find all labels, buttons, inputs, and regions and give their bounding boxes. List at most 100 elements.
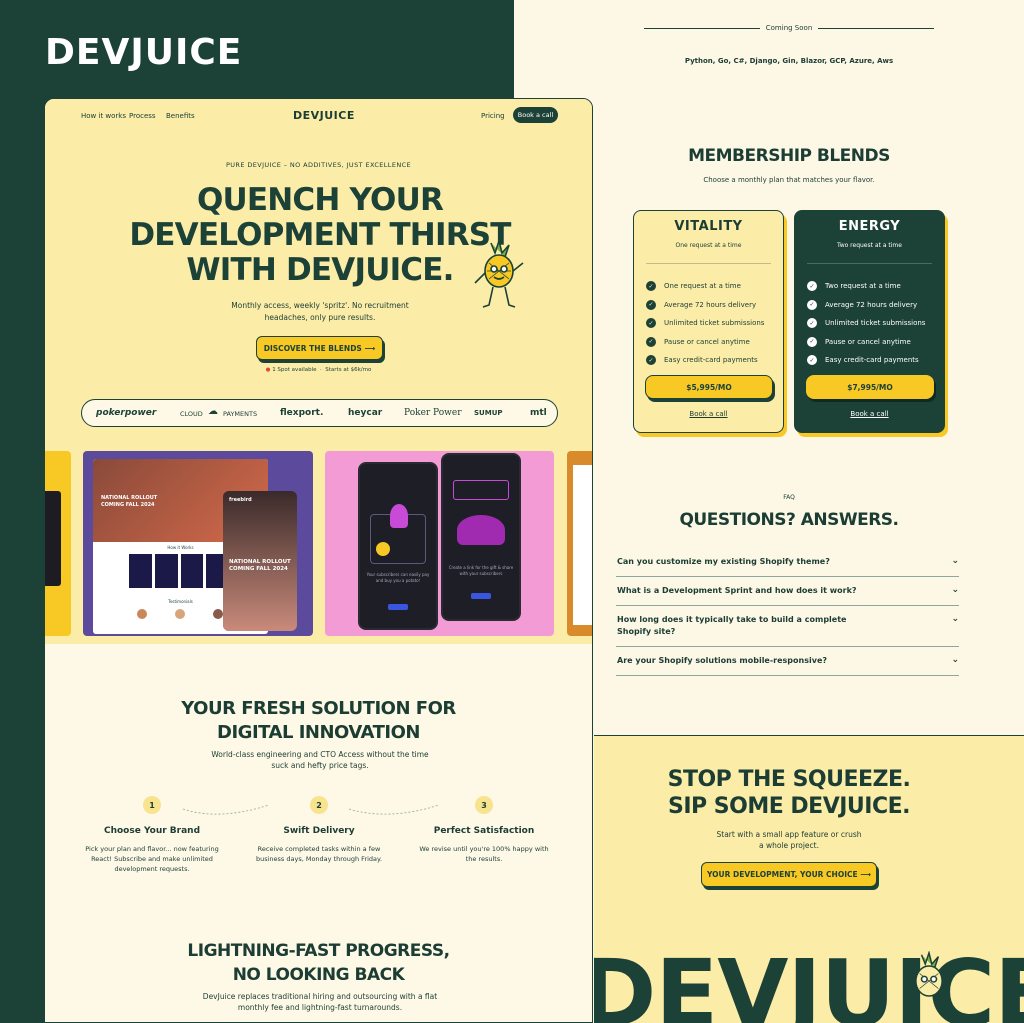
app-screen-text: Your subscribers can easily pay and buy … [366, 572, 430, 583]
feature-label: Easy credit-card payments [664, 356, 758, 365]
book-call-button[interactable]: Book a call [513, 107, 558, 123]
brand-title: DEVJUICE [45, 32, 243, 73]
section-title-line: DIGITAL INNOVATION [217, 722, 420, 743]
feature-label: Two request at a time [825, 282, 901, 291]
logo-poker-power: Poker Power [404, 408, 462, 418]
plan-price-button[interactable]: $7,995/MO [806, 375, 934, 399]
hero-subtitle: Monthly access, weekly 'spritz'. No recr… [231, 301, 409, 322]
plan-feature: ✓ One request at a time [646, 277, 764, 296]
discover-label: DISCOVER THE BLENDS [263, 343, 362, 353]
logo-sumup: SUMUP [474, 409, 503, 417]
plan-card-energy: ENERGY Two request at a time ✓ Two reques… [794, 210, 945, 433]
your-development-button[interactable]: YOUR DEVELOPMENT, YOUR CHOICE ⟶ [701, 862, 877, 887]
feature-label: Average 72 hours delivery [664, 300, 757, 309]
chevron-down-icon: ⌄ [951, 655, 959, 665]
check-icon: ✓ [807, 355, 817, 366]
card-headline: NATIONAL ROLLOUT [101, 495, 158, 501]
step-title: Choose Your Brand [103, 826, 201, 836]
card-headline: COMING FALL 2024 [229, 566, 288, 572]
right-panel: Coming Soon Python, Go, C#, Django, Gin,… [594, 0, 1024, 735]
step-number: 3 [475, 796, 493, 814]
section-title-line: YOUR FRESH SOLUTION FOR [181, 698, 456, 719]
nav-how-it-works[interactable]: How it works [81, 112, 126, 120]
faq-item[interactable]: Can you customize my existing Shopify th… [616, 548, 959, 577]
faq-label: FAQ [783, 494, 795, 501]
faq-title: QUESTIONS? ANSWERS. [679, 510, 899, 530]
tech-list: Python, Go, C#, Django, Gin, Blazor, GCP… [684, 57, 894, 65]
plan-tagline: One request at a time [675, 242, 742, 249]
feature-label: Unlimited ticket submissions [825, 319, 926, 328]
hero-title-line: QUENCH YOUR [196, 182, 444, 218]
pineapple-mascot-icon [474, 239, 524, 308]
nav-process[interactable]: Process [129, 112, 156, 120]
chevron-down-icon: ⌄ [951, 614, 959, 624]
cta-title: STOP THE SQUEEZE. SIP SOME DEVJUICE. [594, 766, 984, 820]
plan-feature: ✓ Easy credit-card payments [807, 351, 925, 370]
showcase-card-app[interactable]: Your subscribers can easily pay and buy … [325, 451, 554, 636]
check-icon: ✓ [646, 355, 656, 366]
showcase-card-freebird[interactable]: NATIONAL ROLLOUT COMING FALL 2024 How it… [83, 451, 313, 636]
check-icon: ✓ [807, 318, 817, 329]
card-headline: NATIONAL ROLLOUT [229, 559, 291, 565]
starting-price: Starts at $6k/mo [325, 367, 372, 373]
fast-progress-subtitle: DevJuice replaces traditional hiring and… [202, 992, 438, 1012]
plan-features: ✓ Two request at a time ✓ Average 72 hours… [807, 277, 925, 370]
app-screen-text: Create a link for the gift & share with … [448, 565, 514, 576]
project-showcase: NATIONAL ROLLOUT COMING FALL 2024 How it… [45, 451, 592, 636]
chevron-down-icon: ⌄ [951, 585, 959, 595]
logo-pokerpower: pokerpower [96, 408, 157, 418]
plan-feature: ✓ Unlimited ticket submissions [646, 314, 764, 333]
nav-pricing[interactable]: Pricing [481, 112, 505, 120]
check-icon: ✓ [646, 336, 656, 347]
faq-question: How long does it typically take to build… [617, 615, 847, 636]
feature-label: Unlimited ticket submissions [664, 319, 765, 328]
cloud-icon: ☁ [208, 406, 218, 417]
logo-flexport: flexport. [280, 408, 324, 418]
section-title-line: NO LOOKING BACK [232, 965, 405, 985]
faq-item[interactable]: Are your Shopify solutions mobile-respon… [616, 647, 959, 676]
discover-blends-button[interactable]: DISCOVER THE BLENDS ⟶ [256, 336, 383, 360]
hero-eyebrow: PURE DEVJUICE – NO ADDITIVES, JUST EXCEL… [225, 161, 412, 169]
feature-label: Pause or cancel anytime [825, 337, 911, 346]
card-headline: COMING FALL 2024 [101, 502, 155, 508]
plan-divider [807, 263, 932, 264]
logo-cloud: CLOUD [180, 410, 203, 418]
showcase-card-right[interactable] [567, 451, 592, 636]
faq-question: Can you customize my existing Shopify th… [617, 557, 830, 566]
plan-feature: ✓ Average 72 hours delivery [807, 296, 925, 315]
showcase-card-left[interactable] [45, 451, 71, 636]
membership-title: MEMBERSHIP BLENDS [688, 146, 890, 166]
faq-item[interactable]: How long does it typically take to build… [616, 606, 959, 647]
faq-list: Can you customize my existing Shopify th… [616, 548, 959, 676]
feature-label: One request at a time [664, 282, 741, 291]
client-logos: pokerpower CLOUD ☁ PAYMENTS flexport. he… [81, 399, 558, 427]
chevron-down-icon: ⌄ [951, 556, 959, 566]
section-title-line: LIGHTNING-FAST PROGRESS, [187, 941, 450, 961]
coming-soon-label: Coming Soon [765, 24, 813, 32]
faq-item[interactable]: What is a Development Sprint and how doe… [616, 577, 959, 606]
cta-button-label: YOUR DEVELOPMENT, YOUR CHOICE [706, 870, 858, 879]
red-dot-icon: ● [265, 367, 271, 373]
plan-book-call-link[interactable]: Book a call [634, 410, 783, 418]
logo-payments: PAYMENTS [223, 410, 258, 418]
plan-price-button[interactable]: $5,995/MO [645, 375, 773, 399]
check-icon: ✓ [807, 281, 817, 292]
plan-book-call-link[interactable]: Book a call [795, 410, 944, 418]
plan-name: VITALITY [674, 219, 743, 234]
nav-benefits[interactable]: Benefits [166, 112, 195, 120]
plan-feature: ✓ Two request at a time [807, 277, 925, 296]
step-title: Perfect Satisfaction [433, 826, 535, 836]
fresh-solution-title: YOUR FRESH SOLUTION FOR DIGITAL INNOVATI… [45, 697, 592, 745]
step-number: 1 [143, 796, 161, 814]
feature-label: Pause or cancel anytime [664, 337, 750, 346]
nav-logo[interactable]: DEVJUICE [293, 109, 355, 122]
check-icon: ✓ [646, 281, 656, 292]
plan-feature: ✓ Easy credit-card payments [646, 351, 764, 370]
step-text: Pick your plan and flavor... now featuri… [85, 845, 219, 873]
fresh-solution-subtitle: World-class engineering and CTO Access w… [211, 750, 429, 770]
step-number: 2 [310, 796, 328, 814]
plan-features: ✓ One request at a time ✓ Average 72 hours… [646, 277, 764, 370]
plan-card-vitality: VITALITY One request at a time ✓ One requ… [633, 210, 784, 433]
plan-feature: ✓ Average 72 hours delivery [646, 296, 764, 315]
top-nav: How it works Process Benefits DEVJUICE P… [45, 99, 592, 133]
